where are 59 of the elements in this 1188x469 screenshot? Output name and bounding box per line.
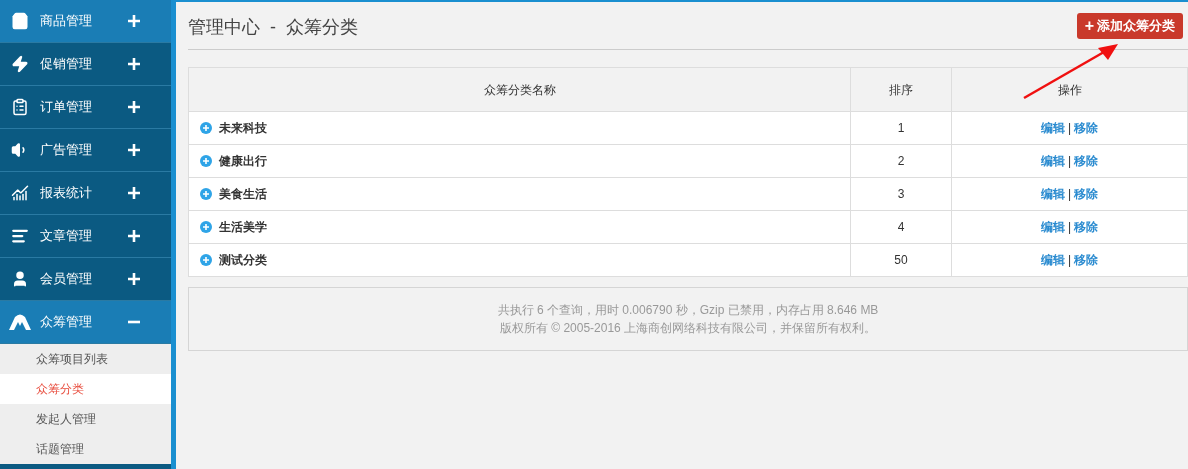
- category-name: 生活美学: [219, 219, 267, 236]
- sort-cell: 1: [850, 111, 952, 145]
- sort-cell: 2: [850, 144, 952, 178]
- footer-text: 版权所有 © 2005-2016 上海商创网络科技有限公司，并保留所有权利。: [499, 320, 877, 337]
- lightning-icon: [11, 55, 29, 73]
- user-icon: [11, 270, 29, 288]
- edit-link[interactable]: 编辑: [1040, 187, 1065, 201]
- add-category-button[interactable]: + 添加众筹分类: [1076, 12, 1183, 39]
- menu-label: 促销管理: [40, 55, 93, 74]
- lines-icon: [11, 227, 29, 245]
- remove-link[interactable]: 移除: [1074, 154, 1099, 168]
- menu-label: 众筹管理: [40, 313, 93, 332]
- menu-label: 广告管理: [40, 141, 93, 160]
- menu-label: 会员管理: [40, 270, 93, 289]
- chart-icon: [11, 184, 29, 202]
- expand-icon[interactable]: [200, 188, 212, 200]
- menu-label: 订单管理: [40, 98, 93, 117]
- submenu-item[interactable]: 众筹项目列表: [0, 344, 171, 374]
- link-divider: |: [1067, 253, 1072, 267]
- remove-link[interactable]: 移除: [1074, 121, 1099, 135]
- remove-link[interactable]: 移除: [1074, 220, 1099, 234]
- remove-link[interactable]: 移除: [1074, 253, 1099, 267]
- menu-item[interactable]: 众筹管理: [0, 301, 171, 344]
- column-header: 操作: [951, 67, 1188, 112]
- link-divider: |: [1067, 121, 1072, 135]
- title-separator: -: [270, 16, 276, 39]
- edit-link[interactable]: 编辑: [1040, 220, 1065, 234]
- submenu-item[interactable]: 发起人管理: [0, 404, 171, 434]
- sort-cell: 50: [850, 243, 952, 277]
- category-name: 未来科技: [219, 120, 267, 137]
- edit-link[interactable]: 编辑: [1040, 253, 1065, 267]
- edit-link[interactable]: 编辑: [1040, 154, 1065, 168]
- page-subtitle: 众筹分类: [286, 16, 358, 39]
- sort-cell: 4: [850, 210, 952, 244]
- link-divider: |: [1067, 154, 1072, 168]
- expand-icon[interactable]: [200, 122, 212, 134]
- column-header: 排序: [850, 67, 952, 112]
- category-name: 美食生活: [219, 186, 267, 203]
- category-name: 测试分类: [219, 252, 267, 269]
- menu-label: 文章管理: [40, 227, 93, 246]
- remove-link[interactable]: 移除: [1074, 187, 1099, 201]
- category-name: 健康出行: [219, 153, 267, 170]
- expand-icon[interactable]: [200, 254, 212, 266]
- sort-cell: 3: [850, 177, 952, 211]
- expand-icon[interactable]: [200, 221, 212, 233]
- link-divider: |: [1067, 220, 1072, 234]
- menu-label: 商品管理: [40, 12, 93, 31]
- page-title: 管理中心: [188, 16, 260, 39]
- expand-icon[interactable]: [200, 155, 212, 167]
- crowd-icon: [9, 314, 31, 330]
- footer-text: 共执行 6 个查询，用时 0.006790 秒，Gzip 已禁用，内存占用 8.646 MB: [497, 302, 879, 319]
- menu-item[interactable]: 商品管理: [0, 0, 171, 43]
- clipboard-icon: [11, 98, 29, 116]
- submenu-item[interactable]: 众筹分类: [0, 374, 171, 404]
- submenu-item[interactable]: 话题管理: [0, 434, 171, 464]
- column-header: 众筹分类名称: [188, 67, 851, 112]
- link-divider: |: [1067, 187, 1072, 201]
- menu-label: 报表统计: [40, 184, 93, 203]
- edit-link[interactable]: 编辑: [1040, 121, 1065, 135]
